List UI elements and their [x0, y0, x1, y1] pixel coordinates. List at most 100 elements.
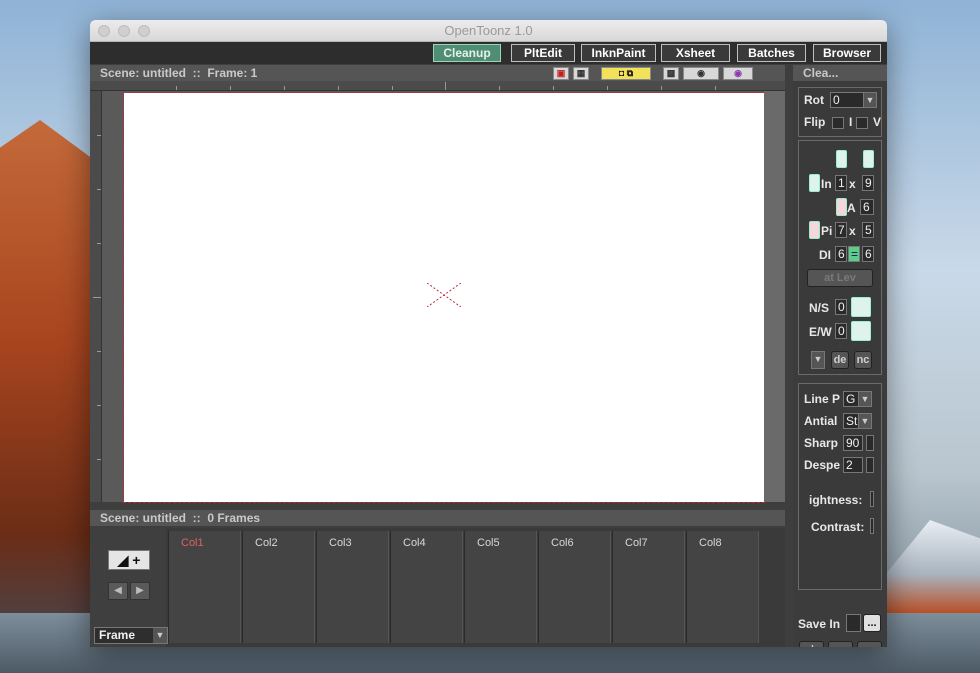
room-tab-batches[interactable]: Batches [737, 44, 806, 62]
vertical-ruler[interactable] [90, 91, 102, 502]
flip-v-label: V [873, 115, 881, 129]
room-tab-pltedit[interactable]: PltEdit [511, 44, 575, 62]
xsheet-column[interactable]: Col2 [242, 531, 315, 643]
room-tab-xsheet[interactable]: Xsheet [661, 44, 730, 62]
brightness-field[interactable] [870, 491, 874, 507]
browse-button[interactable]: ... [863, 614, 881, 632]
viewer-toolbar: ▣ ▦ ◘ ⧉ ▩ ◉ ◉ [553, 65, 753, 81]
flip-label: Flip [804, 115, 826, 129]
dropdown-arrow-icon[interactable]: ▼ [863, 92, 877, 108]
sharpness-field[interactable]: 90 [843, 435, 863, 451]
input-height-field[interactable]: 9 [862, 175, 874, 191]
mode-button-a[interactable]: de [831, 351, 849, 369]
camera-canvas[interactable] [123, 92, 765, 503]
room-tab-browser[interactable]: Browser [813, 44, 881, 62]
room-tab-bar: Cleanup PltEdit InknPaint Xsheet Batches… [90, 42, 887, 64]
lock-icon[interactable] [863, 150, 874, 168]
xsheet-column[interactable]: Col4 [390, 531, 463, 643]
ew-label: E/W [809, 325, 832, 339]
contrast-field[interactable] [870, 518, 874, 534]
sharpness-slider[interactable] [866, 435, 874, 451]
dropdown-arrow-icon[interactable]: ▼ [858, 413, 872, 429]
rot-label: Rot [804, 93, 824, 107]
room-tab-cleanup[interactable]: Cleanup [433, 44, 501, 62]
grid-icon[interactable]: ▦ [573, 66, 589, 80]
ns-label: N/S [809, 301, 830, 315]
xsheet-column[interactable]: Col7 [612, 531, 685, 643]
rotation-box: Rot 0 ▼ Flip I V [798, 87, 882, 137]
room-tab-inknpaint[interactable]: InknPaint [581, 44, 656, 62]
camera-settings-box: In 1 x 9 A 6 Pi 7 x 5 DI 6 = 6 at Lev N/… [798, 140, 882, 375]
despeckling-label: Despe [804, 458, 841, 472]
window-controls [98, 25, 150, 37]
xsheet-header: Scene: untitled :: 0 Frames [90, 510, 785, 526]
zoom-window-button[interactable] [138, 25, 150, 37]
save-in-field[interactable] [846, 614, 861, 632]
rotation-field[interactable]: 0 [830, 92, 864, 108]
xsheet-column[interactable]: Col3 [316, 531, 389, 643]
ew-offset-field[interactable]: 0 [835, 323, 847, 339]
column-label: Col6 [551, 537, 574, 549]
frame-mode-select[interactable]: Frame ▼ [94, 627, 168, 644]
dpi-field-a[interactable]: 6 [835, 246, 847, 262]
brightness-label: ightness: [809, 493, 863, 507]
dpi-link-toggle[interactable]: = [848, 246, 860, 262]
flip-v-checkbox[interactable] [856, 117, 868, 129]
lock-icon[interactable] [851, 297, 871, 317]
viewer-scrollbar[interactable] [764, 91, 785, 502]
a-field[interactable]: 6 [860, 199, 874, 215]
lock-icon[interactable] [809, 174, 820, 192]
line-processing-box: Line P G ▼ Antial St ▼ Sharp 90 Despe 2 … [798, 383, 882, 590]
antialias-label: Antial [804, 414, 838, 428]
line-processing-label: Line P [804, 392, 841, 406]
lock-icon[interactable] [851, 321, 871, 341]
antialias-field[interactable]: St [843, 413, 859, 429]
onion-skin-icon[interactable]: ◉ [723, 66, 753, 80]
line-processing-field[interactable]: G [843, 391, 859, 407]
column-label: Col5 [477, 537, 500, 549]
checkerboard-icon[interactable]: ▩ [663, 66, 679, 80]
viewer-area[interactable] [90, 81, 785, 503]
window-title: OpenToonz 1.0 [444, 23, 533, 38]
next-arrow-icon[interactable]: ▶ [130, 582, 150, 600]
dropdown-arrow-icon[interactable]: ▼ [811, 351, 825, 369]
xsheet-column[interactable]: Col6 [538, 531, 611, 643]
app-window: OpenToonz 1.0 Cleanup PltEdit InknPaint … [90, 20, 887, 647]
xsheet-column[interactable]: Col1 [168, 531, 241, 643]
lock-icon[interactable] [836, 198, 847, 216]
column-label: Col3 [329, 537, 352, 549]
a-label: A [847, 201, 856, 215]
cleanup-button-1[interactable]: ı\ [799, 641, 824, 647]
new-column-button[interactable]: ◢ + [108, 550, 150, 570]
cleanup-button-3[interactable]: :s [857, 641, 882, 647]
input-label: In [821, 177, 832, 191]
previous-arrow-icon[interactable]: ◀ [108, 582, 128, 600]
dpi-field-b[interactable]: 6 [862, 246, 874, 262]
xsheet-area: ◢ + ◀ ▶ Frame ▼ Col1 Col2 Col3 Col4 Col5… [90, 528, 785, 647]
lock-icon[interactable] [809, 221, 820, 239]
dropdown-arrow-icon[interactable]: ▼ [858, 391, 872, 407]
despeckling-field[interactable]: 2 [843, 457, 863, 473]
lock-icon[interactable] [836, 150, 847, 168]
column-label: Col7 [625, 537, 648, 549]
desktop-mountain-left [0, 120, 100, 673]
pixel-width-field[interactable]: 7 [835, 222, 847, 238]
eye-icon[interactable]: ◉ [683, 66, 719, 80]
close-window-button[interactable] [98, 25, 110, 37]
camera-stand-icon[interactable]: ▣ [553, 66, 569, 80]
ns-offset-field[interactable]: 0 [835, 299, 847, 315]
xsheet-column[interactable]: Col8 [686, 531, 759, 643]
xsheet-title: Scene: untitled :: 0 Frames [100, 511, 261, 525]
minimize-window-button[interactable] [118, 25, 130, 37]
despeckling-slider[interactable] [866, 457, 874, 473]
flip-h-checkbox[interactable] [832, 117, 844, 129]
cleanup-button-2[interactable]: x [828, 641, 853, 647]
horizontal-ruler[interactable] [90, 81, 785, 91]
xsheet-column[interactable]: Col5 [464, 531, 537, 643]
input-width-field[interactable]: 1 [835, 175, 847, 191]
use-current-level-button[interactable]: at Lev [807, 269, 873, 287]
pixel-height-field[interactable]: 5 [862, 222, 874, 238]
viewer-header: Scene: untitled :: Frame: 1 ▣ ▦ ◘ ⧉ ▩ ◉ … [90, 65, 785, 81]
mode-button-b[interactable]: nc [854, 351, 872, 369]
preview-toggle-icon[interactable]: ◘ ⧉ [601, 66, 651, 80]
